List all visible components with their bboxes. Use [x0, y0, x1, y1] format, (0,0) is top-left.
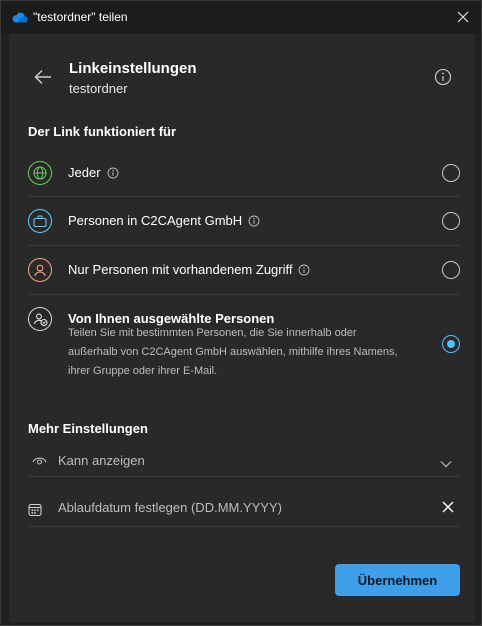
clear-date-button[interactable] [438, 497, 458, 517]
option-specific-people-radio[interactable] [442, 335, 460, 353]
close-icon [457, 11, 469, 23]
info-icon[interactable] [107, 167, 119, 179]
info-icon[interactable] [248, 215, 260, 227]
option-existing-access-label: Nur Personen mit vorhandenem Zugriff [68, 262, 310, 277]
expiry-date-input[interactable] [58, 497, 418, 517]
title-bar: "testordner" teilen [1, 1, 481, 34]
window-title: "testordner" teilen [33, 10, 128, 24]
share-dialog-window: "testordner" teilen Linkeinstellungen te… [0, 0, 482, 626]
info-icon [434, 68, 452, 86]
arrow-left-icon [34, 70, 51, 84]
info-button[interactable] [433, 67, 453, 87]
calendar-icon [28, 503, 42, 522]
globe-icon [28, 161, 52, 185]
info-icon[interactable] [298, 264, 310, 276]
option-specific-people[interactable]: Von Ihnen ausgewählte Personen Teilen Si… [28, 294, 460, 387]
person-icon [28, 258, 52, 282]
option-specific-people-description: Teilen Sie mit bestimmten Personen, die … [68, 327, 398, 377]
back-button[interactable] [31, 65, 55, 89]
folder-name: testordner [69, 81, 128, 96]
page-title: Linkeinstellungen [69, 60, 197, 77]
option-organization-radio[interactable] [442, 212, 460, 230]
option-organization-label: Personen in C2CAgent GmbH [68, 213, 260, 228]
link-settings-panel: Linkeinstellungen testordner Der Link fu… [9, 34, 475, 622]
expiry-date-field [28, 489, 460, 527]
window-close-button[interactable] [453, 7, 473, 27]
close-icon [442, 501, 454, 513]
onedrive-cloud-icon [11, 10, 28, 28]
chevron-down-icon [440, 455, 452, 473]
option-existing-access-radio[interactable] [442, 261, 460, 279]
permission-dropdown[interactable]: Kann anzeigen [28, 446, 460, 477]
permission-value: Kann anzeigen [58, 453, 145, 468]
eye-icon [32, 453, 47, 471]
link-scope-heading: Der Link funktioniert für [28, 124, 177, 139]
option-everyone[interactable]: Jeder [28, 151, 460, 197]
briefcase-icon [28, 209, 52, 233]
apply-button[interactable]: Übernehmen [335, 564, 460, 596]
option-everyone-radio[interactable] [442, 164, 460, 182]
more-settings-heading: Mehr Einstellungen [28, 421, 148, 436]
people-icon [28, 307, 52, 331]
option-organization[interactable]: Personen in C2CAgent GmbH [28, 196, 460, 246]
option-existing-access[interactable]: Nur Personen mit vorhandenem Zugriff [28, 245, 460, 295]
option-everyone-label: Jeder [68, 165, 119, 180]
